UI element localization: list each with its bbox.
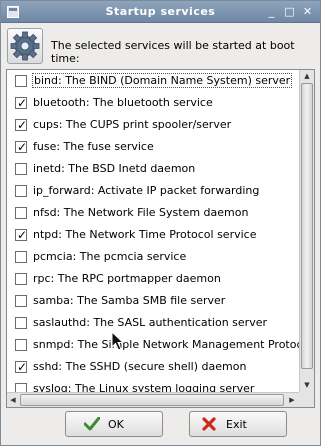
service-row[interactable]: pcmcia: The pcmcia service	[7, 246, 299, 268]
service-checkbox[interactable]	[15, 295, 27, 307]
service-label: bluetooth: The bluetooth service	[33, 96, 213, 109]
service-row[interactable]: ✓ bluetooth: The bluetooth service	[7, 92, 299, 114]
scroll-down-arrow-icon[interactable]: ▼	[300, 379, 314, 391]
service-checkbox[interactable]	[15, 251, 27, 263]
header-text: The selected services will be started at…	[51, 39, 295, 65]
startup-services-window: Startup services _ □ ✕ The selected serv…	[0, 0, 321, 446]
service-row[interactable]: samba: The Samba SMB file server	[7, 290, 299, 312]
service-checkbox[interactable]: ✓	[15, 140, 28, 154]
service-checkbox[interactable]	[15, 273, 27, 285]
checkmark-icon: ✓	[16, 96, 28, 110]
service-label: nfsd: The Network File System daemon	[33, 206, 249, 219]
service-checkbox[interactable]	[15, 317, 27, 329]
scroll-left-arrow-icon[interactable]: ◀	[7, 393, 19, 407]
service-row[interactable]: snmpd: The Simple Network Management Pro…	[7, 334, 312, 356]
horizontal-scrollbar[interactable]: ◀ ▶	[7, 392, 299, 407]
service-checkbox[interactable]: ✓	[15, 228, 28, 242]
service-row[interactable]: ✓ ntpd: The Network Time Protocol service	[7, 224, 299, 246]
service-row[interactable]: nfsd: The Network File System daemon	[7, 202, 299, 224]
close-button[interactable]: ✕	[301, 5, 314, 18]
service-row[interactable]: ✓ cups: The CUPS print spooler/server	[7, 114, 299, 136]
scrollbar-corner	[299, 392, 314, 407]
service-row[interactable]: rpc: The RPC portmapper daemon	[7, 268, 299, 290]
minimize-button[interactable]: _	[265, 5, 278, 18]
checkmark-icon: ✓	[16, 140, 28, 154]
service-checkbox[interactable]	[15, 163, 27, 175]
service-checkbox[interactable]	[15, 207, 27, 219]
service-row[interactable]: ip_forward: Activate IP packet forwardin…	[7, 180, 299, 202]
service-label: rpc: The RPC portmapper daemon	[33, 272, 221, 285]
vertical-scrollbar[interactable]: ▲ ▼	[299, 70, 314, 392]
service-label: pcmcia: The pcmcia service	[33, 250, 187, 263]
service-row[interactable]: ✓ sshd: The SSHD (secure shell) daemon	[7, 356, 299, 378]
service-checkbox[interactable]: ✓	[15, 360, 28, 374]
checkmark-icon: ✓	[16, 360, 28, 374]
service-label: fuse: The fuse service	[33, 140, 154, 153]
scroll-right-arrow-icon[interactable]: ▶	[286, 393, 298, 407]
service-label: samba: The Samba SMB file server	[33, 294, 226, 307]
horizontal-scroll-thumb[interactable]	[20, 394, 284, 406]
vertical-scroll-thumb[interactable]	[301, 83, 313, 369]
service-label: sshd: The SSHD (secure shell) daemon	[33, 360, 247, 373]
exit-button[interactable]: Exit	[189, 411, 287, 437]
title-bar[interactable]: Startup services _ □ ✕	[1, 1, 320, 23]
service-checkbox[interactable]: ✓	[15, 118, 28, 132]
checkmark-icon: ✓	[16, 118, 28, 132]
service-label: inetd: The BSD Inetd daemon	[33, 162, 196, 175]
services-list[interactable]: bind: The BIND (Domain Name System) serv…	[6, 69, 315, 408]
service-checkbox[interactable]: ✓	[15, 96, 28, 110]
service-checkbox[interactable]	[15, 339, 27, 351]
service-label: saslauthd: The SASL authentication serve…	[33, 316, 267, 329]
service-row[interactable]: ✓ fuse: The fuse service	[7, 136, 299, 158]
exit-button-label: Exit	[226, 418, 247, 431]
service-label: cups: The CUPS print spooler/server	[33, 118, 232, 131]
gear-icon	[7, 28, 43, 64]
service-label: bind: The BIND (Domain Name System) serv…	[31, 73, 293, 88]
service-label: ip_forward: Activate IP packet forwardin…	[33, 184, 260, 197]
maximize-button[interactable]: □	[283, 5, 296, 18]
mouse-pointer-icon	[111, 330, 125, 354]
service-row[interactable]: saslauthd: The SASL authentication serve…	[7, 312, 299, 334]
services-list-body: bind: The BIND (Domain Name System) serv…	[7, 70, 312, 400]
checkmark-icon: ✓	[16, 228, 28, 242]
service-row[interactable]: bind: The BIND (Domain Name System) serv…	[7, 70, 299, 92]
ok-button[interactable]: OK	[65, 411, 163, 437]
service-row[interactable]: inetd: The BSD Inetd daemon	[7, 158, 299, 180]
service-checkbox[interactable]	[15, 185, 27, 197]
header: The selected services will be started at…	[7, 28, 315, 65]
service-label: ntpd: The Network Time Protocol service	[33, 228, 257, 241]
service-label: snmpd: The Simple Network Management Pro…	[33, 338, 313, 351]
scroll-up-arrow-icon[interactable]: ▲	[300, 70, 314, 82]
service-checkbox[interactable]	[15, 75, 27, 87]
ok-button-label: OK	[108, 418, 124, 431]
exit-x-icon	[202, 417, 216, 434]
checkmark-icon	[83, 416, 101, 434]
